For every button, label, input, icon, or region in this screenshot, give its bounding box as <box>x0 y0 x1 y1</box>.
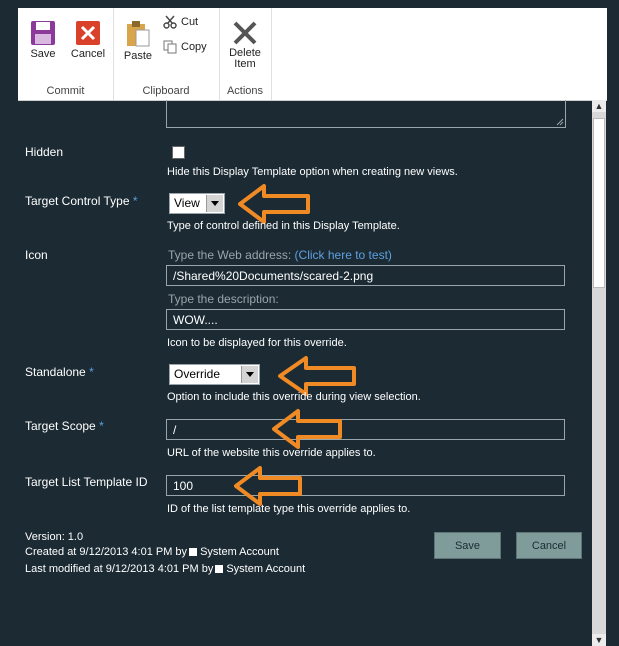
scrollbar-thumb[interactable] <box>593 118 605 288</box>
ribbon-group-label-clipboard: Clipboard <box>142 85 190 97</box>
ribbon-cut-button[interactable]: Cut <box>163 15 198 29</box>
scroll-down-icon[interactable]: ▼ <box>592 634 606 646</box>
ribbon-delete-label-line2: Item <box>234 58 256 70</box>
target-scope-input[interactable]: / <box>166 419 565 440</box>
presence-icon <box>189 548 198 556</box>
ribbon-cancel-button[interactable]: Cancel <box>68 20 108 60</box>
delete-icon <box>233 21 257 45</box>
ribbon-copy-label: Copy <box>181 41 207 53</box>
resize-grip-icon <box>556 118 564 126</box>
top-bar <box>0 0 619 8</box>
icon-web-address-hint-text: Type the Web address: <box>168 248 292 262</box>
textarea-remnant[interactable] <box>166 100 566 128</box>
cancel-button[interactable]: Cancel <box>516 532 582 559</box>
created-text: Created at 9/12/2013 4:01 PM by <box>25 546 188 558</box>
ribbon-save-label: Save <box>30 48 56 60</box>
created-info: Created at 9/12/2013 4:01 PM by System Ac… <box>25 546 279 558</box>
target-list-template-id-description: ID of the list template type this overri… <box>167 503 411 515</box>
copy-icon <box>163 40 177 54</box>
ribbon-group-clipboard: Paste Cut Copy Clipboard <box>113 8 220 100</box>
hidden-description: Hide this Display Template option when c… <box>167 166 458 178</box>
target-control-type-value: View <box>174 196 200 210</box>
ribbon-group-label-actions: Actions <box>226 85 264 97</box>
target-list-template-id-label: Target List Template ID <box>25 475 148 489</box>
target-control-type-description: Type of control defined in this Display … <box>167 220 400 232</box>
presence-icon <box>215 565 224 573</box>
standalone-label: Standalone * <box>25 365 94 379</box>
vertical-scrollbar[interactable]: ▲ ▼ <box>592 100 606 646</box>
standalone-value: Override <box>174 367 221 381</box>
created-by-link[interactable]: System Account <box>200 546 279 558</box>
annotation-arrow-1 <box>238 184 310 224</box>
ribbon-group-actions: Delete Item Actions <box>219 8 272 100</box>
target-control-type-label-text: Target Control Type <box>25 194 130 208</box>
annotation-arrow-4 <box>234 466 302 506</box>
ribbon-group-commit: Save Cancel Commit <box>18 8 114 100</box>
standalone-description: Option to include this override during v… <box>167 391 421 403</box>
ribbon: Save Cancel Commit Paste Cut Copy Clipbo… <box>18 8 607 101</box>
save-icon <box>31 21 55 45</box>
target-control-type-label: Target Control Type * <box>25 194 138 208</box>
scroll-up-icon[interactable]: ▲ <box>592 100 606 112</box>
cancel-icon <box>76 21 100 45</box>
icon-description-input[interactable]: WOW.... <box>166 309 565 330</box>
modified-by-link[interactable]: System Account <box>226 563 305 575</box>
modified-text: Last modified at 9/12/2013 4:01 PM by <box>25 563 214 575</box>
standalone-label-text: Standalone <box>25 365 86 379</box>
hidden-label: Hidden <box>25 145 64 159</box>
save-button[interactable]: Save <box>434 532 501 559</box>
icon-url-input[interactable]: /Shared%20Documents/scared-2.png <box>166 265 565 286</box>
target-scope-label: Target Scope * <box>25 419 104 433</box>
test-link-close: ) <box>387 248 392 262</box>
target-scope-description: URL of the website this override applies… <box>167 447 376 459</box>
ribbon-paste-button[interactable]: Paste <box>121 20 155 62</box>
standalone-select[interactable]: Override <box>169 364 260 385</box>
ribbon-cancel-label: Cancel <box>70 48 106 60</box>
chevron-down-icon <box>206 195 223 212</box>
icon-web-address-hint: Type the Web address: (Click here to tes… <box>168 248 392 262</box>
target-list-template-id-input[interactable]: 100 <box>166 475 565 496</box>
ribbon-delete-item-button[interactable]: Delete Item <box>225 20 265 70</box>
ribbon-cut-label: Cut <box>181 16 199 28</box>
test-link[interactable]: Click here to test <box>299 248 388 262</box>
icon-label: Icon <box>25 248 48 262</box>
modified-info: Last modified at 9/12/2013 4:01 PM by Sys… <box>25 563 305 575</box>
icon-field-description: Icon to be displayed for this override. <box>167 337 347 349</box>
ribbon-paste-label: Paste <box>123 50 153 62</box>
cut-icon <box>163 15 177 29</box>
version-text: Version: 1.0 <box>25 531 84 543</box>
paste-icon <box>127 21 150 47</box>
target-scope-label-text: Target Scope <box>25 419 96 433</box>
icon-description-hint: Type the description: <box>168 292 279 306</box>
required-marker: * <box>99 419 104 433</box>
annotation-arrow-3 <box>272 409 342 449</box>
right-edge <box>607 100 619 646</box>
ribbon-save-button[interactable]: Save <box>26 20 60 60</box>
hidden-checkbox[interactable] <box>172 146 185 159</box>
required-marker: * <box>89 365 94 379</box>
ribbon-group-label-commit: Commit <box>46 85 85 97</box>
ribbon-copy-button[interactable]: Copy <box>163 40 207 54</box>
chevron-down-icon <box>241 366 258 383</box>
required-marker: * <box>132 194 138 208</box>
target-control-type-select[interactable]: View <box>169 193 225 214</box>
